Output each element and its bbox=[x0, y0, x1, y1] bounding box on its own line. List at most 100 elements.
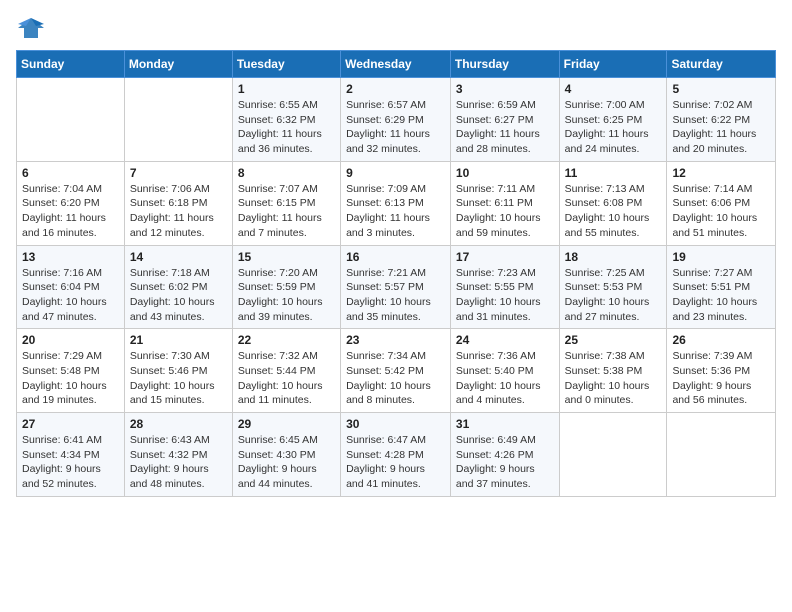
day-detail: Sunrise: 7:20 AM Sunset: 5:59 PM Dayligh… bbox=[238, 266, 335, 325]
day-detail: Sunrise: 7:39 AM Sunset: 5:36 PM Dayligh… bbox=[672, 349, 770, 408]
calendar-cell: 4 Sunrise: 7:00 AM Sunset: 6:25 PM Daylig… bbox=[559, 78, 667, 162]
day-number: 8 bbox=[238, 166, 335, 180]
day-detail: Sunrise: 7:02 AM Sunset: 6:22 PM Dayligh… bbox=[672, 98, 770, 157]
day-header: Monday bbox=[124, 51, 232, 78]
calendar-cell: 31 Sunrise: 6:49 AM Sunset: 4:26 PM Dayli… bbox=[450, 413, 559, 497]
day-number: 4 bbox=[565, 82, 662, 96]
calendar-cell: 2 Sunrise: 6:57 AM Sunset: 6:29 PM Daylig… bbox=[341, 78, 451, 162]
day-header: Wednesday bbox=[341, 51, 451, 78]
logo bbox=[16, 16, 50, 40]
calendar-cell: 29 Sunrise: 6:45 AM Sunset: 4:30 PM Dayli… bbox=[232, 413, 340, 497]
calendar-cell bbox=[667, 413, 776, 497]
calendar-cell: 11 Sunrise: 7:13 AM Sunset: 6:08 PM Dayli… bbox=[559, 161, 667, 245]
calendar-cell: 1 Sunrise: 6:55 AM Sunset: 6:32 PM Daylig… bbox=[232, 78, 340, 162]
day-number: 30 bbox=[346, 417, 445, 431]
day-number: 24 bbox=[456, 333, 554, 347]
calendar-cell: 8 Sunrise: 7:07 AM Sunset: 6:15 PM Daylig… bbox=[232, 161, 340, 245]
day-detail: Sunrise: 7:34 AM Sunset: 5:42 PM Dayligh… bbox=[346, 349, 445, 408]
day-number: 10 bbox=[456, 166, 554, 180]
day-detail: Sunrise: 7:27 AM Sunset: 5:51 PM Dayligh… bbox=[672, 266, 770, 325]
calendar-cell: 21Sunrise: 7:30 AM Sunset: 5:46 PM Dayli… bbox=[124, 329, 232, 413]
calendar-table: SundayMondayTuesdayWednesdayThursdayFrid… bbox=[16, 50, 776, 497]
day-detail: Sunrise: 7:09 AM Sunset: 6:13 PM Dayligh… bbox=[346, 182, 445, 241]
calendar-cell: 6 Sunrise: 7:04 AM Sunset: 6:20 PM Daylig… bbox=[17, 161, 125, 245]
calendar-cell: 27 Sunrise: 6:41 AM Sunset: 4:34 PM Dayli… bbox=[17, 413, 125, 497]
logo-icon bbox=[16, 16, 46, 40]
day-detail: Sunrise: 7:14 AM Sunset: 6:06 PM Dayligh… bbox=[672, 182, 770, 241]
calendar-cell: 13Sunrise: 7:16 AM Sunset: 6:04 PM Dayli… bbox=[17, 245, 125, 329]
day-detail: Sunrise: 7:11 AM Sunset: 6:11 PM Dayligh… bbox=[456, 182, 554, 241]
day-number: 13 bbox=[22, 250, 119, 264]
day-number: 31 bbox=[456, 417, 554, 431]
day-header: Saturday bbox=[667, 51, 776, 78]
calendar-cell: 24 Sunrise: 7:36 AM Sunset: 5:40 PM Dayli… bbox=[450, 329, 559, 413]
day-number: 18 bbox=[565, 250, 662, 264]
calendar-cell: 9Sunrise: 7:09 AM Sunset: 6:13 PM Daylig… bbox=[341, 161, 451, 245]
calendar-cell: 26 Sunrise: 7:39 AM Sunset: 5:36 PM Dayli… bbox=[667, 329, 776, 413]
day-number: 6 bbox=[22, 166, 119, 180]
page-header bbox=[16, 16, 776, 40]
calendar-header: SundayMondayTuesdayWednesdayThursdayFrid… bbox=[17, 51, 776, 78]
header-row: SundayMondayTuesdayWednesdayThursdayFrid… bbox=[17, 51, 776, 78]
day-number: 3 bbox=[456, 82, 554, 96]
calendar-cell: 30 Sunrise: 6:47 AM Sunset: 4:28 PM Dayli… bbox=[341, 413, 451, 497]
day-detail: Sunrise: 6:41 AM Sunset: 4:34 PM Dayligh… bbox=[22, 433, 119, 492]
day-number: 2 bbox=[346, 82, 445, 96]
calendar-body: 1 Sunrise: 6:55 AM Sunset: 6:32 PM Daylig… bbox=[17, 78, 776, 497]
day-detail: Sunrise: 7:06 AM Sunset: 6:18 PM Dayligh… bbox=[130, 182, 227, 241]
day-number: 5 bbox=[672, 82, 770, 96]
day-detail: Sunrise: 6:45 AM Sunset: 4:30 PM Dayligh… bbox=[238, 433, 335, 492]
calendar-cell: 19 Sunrise: 7:27 AM Sunset: 5:51 PM Dayli… bbox=[667, 245, 776, 329]
day-detail: Sunrise: 7:23 AM Sunset: 5:55 PM Dayligh… bbox=[456, 266, 554, 325]
day-detail: Sunrise: 6:47 AM Sunset: 4:28 PM Dayligh… bbox=[346, 433, 445, 492]
calendar-cell: 16 Sunrise: 7:21 AM Sunset: 5:57 PM Dayli… bbox=[341, 245, 451, 329]
calendar-cell bbox=[124, 78, 232, 162]
day-detail: Sunrise: 7:29 AM Sunset: 5:48 PM Dayligh… bbox=[22, 349, 119, 408]
day-detail: Sunrise: 7:18 AM Sunset: 6:02 PM Dayligh… bbox=[130, 266, 227, 325]
day-number: 7 bbox=[130, 166, 227, 180]
calendar-cell: 15Sunrise: 7:20 AM Sunset: 5:59 PM Dayli… bbox=[232, 245, 340, 329]
day-detail: Sunrise: 7:13 AM Sunset: 6:08 PM Dayligh… bbox=[565, 182, 662, 241]
day-detail: Sunrise: 7:04 AM Sunset: 6:20 PM Dayligh… bbox=[22, 182, 119, 241]
day-number: 21 bbox=[130, 333, 227, 347]
day-number: 26 bbox=[672, 333, 770, 347]
calendar-cell: 10 Sunrise: 7:11 AM Sunset: 6:11 PM Dayli… bbox=[450, 161, 559, 245]
day-detail: Sunrise: 7:21 AM Sunset: 5:57 PM Dayligh… bbox=[346, 266, 445, 325]
day-number: 20 bbox=[22, 333, 119, 347]
day-number: 22 bbox=[238, 333, 335, 347]
day-detail: Sunrise: 6:59 AM Sunset: 6:27 PM Dayligh… bbox=[456, 98, 554, 157]
calendar-week-row: 1 Sunrise: 6:55 AM Sunset: 6:32 PM Daylig… bbox=[17, 78, 776, 162]
day-number: 25 bbox=[565, 333, 662, 347]
day-number: 27 bbox=[22, 417, 119, 431]
calendar-week-row: 13Sunrise: 7:16 AM Sunset: 6:04 PM Dayli… bbox=[17, 245, 776, 329]
day-header: Friday bbox=[559, 51, 667, 78]
calendar-cell bbox=[559, 413, 667, 497]
calendar-cell: 14 Sunrise: 7:18 AM Sunset: 6:02 PM Dayli… bbox=[124, 245, 232, 329]
calendar-cell: 5 Sunrise: 7:02 AM Sunset: 6:22 PM Daylig… bbox=[667, 78, 776, 162]
calendar-week-row: 6 Sunrise: 7:04 AM Sunset: 6:20 PM Daylig… bbox=[17, 161, 776, 245]
day-detail: Sunrise: 6:49 AM Sunset: 4:26 PM Dayligh… bbox=[456, 433, 554, 492]
calendar-cell: 17Sunrise: 7:23 AM Sunset: 5:55 PM Dayli… bbox=[450, 245, 559, 329]
day-detail: Sunrise: 7:32 AM Sunset: 5:44 PM Dayligh… bbox=[238, 349, 335, 408]
day-detail: Sunrise: 7:25 AM Sunset: 5:53 PM Dayligh… bbox=[565, 266, 662, 325]
calendar-cell: 3 Sunrise: 6:59 AM Sunset: 6:27 PM Daylig… bbox=[450, 78, 559, 162]
day-number: 29 bbox=[238, 417, 335, 431]
day-detail: Sunrise: 7:36 AM Sunset: 5:40 PM Dayligh… bbox=[456, 349, 554, 408]
calendar-cell: 23Sunrise: 7:34 AM Sunset: 5:42 PM Dayli… bbox=[341, 329, 451, 413]
day-detail: Sunrise: 6:57 AM Sunset: 6:29 PM Dayligh… bbox=[346, 98, 445, 157]
day-number: 11 bbox=[565, 166, 662, 180]
day-detail: Sunrise: 7:38 AM Sunset: 5:38 PM Dayligh… bbox=[565, 349, 662, 408]
day-detail: Sunrise: 7:00 AM Sunset: 6:25 PM Dayligh… bbox=[565, 98, 662, 157]
calendar-cell bbox=[17, 78, 125, 162]
day-detail: Sunrise: 6:43 AM Sunset: 4:32 PM Dayligh… bbox=[130, 433, 227, 492]
calendar-cell: 28Sunrise: 6:43 AM Sunset: 4:32 PM Dayli… bbox=[124, 413, 232, 497]
day-detail: Sunrise: 7:07 AM Sunset: 6:15 PM Dayligh… bbox=[238, 182, 335, 241]
day-number: 14 bbox=[130, 250, 227, 264]
day-number: 19 bbox=[672, 250, 770, 264]
day-number: 1 bbox=[238, 82, 335, 96]
day-number: 12 bbox=[672, 166, 770, 180]
calendar-cell: 25 Sunrise: 7:38 AM Sunset: 5:38 PM Dayli… bbox=[559, 329, 667, 413]
day-detail: Sunrise: 6:55 AM Sunset: 6:32 PM Dayligh… bbox=[238, 98, 335, 157]
calendar-cell: 12 Sunrise: 7:14 AM Sunset: 6:06 PM Dayli… bbox=[667, 161, 776, 245]
day-number: 16 bbox=[346, 250, 445, 264]
